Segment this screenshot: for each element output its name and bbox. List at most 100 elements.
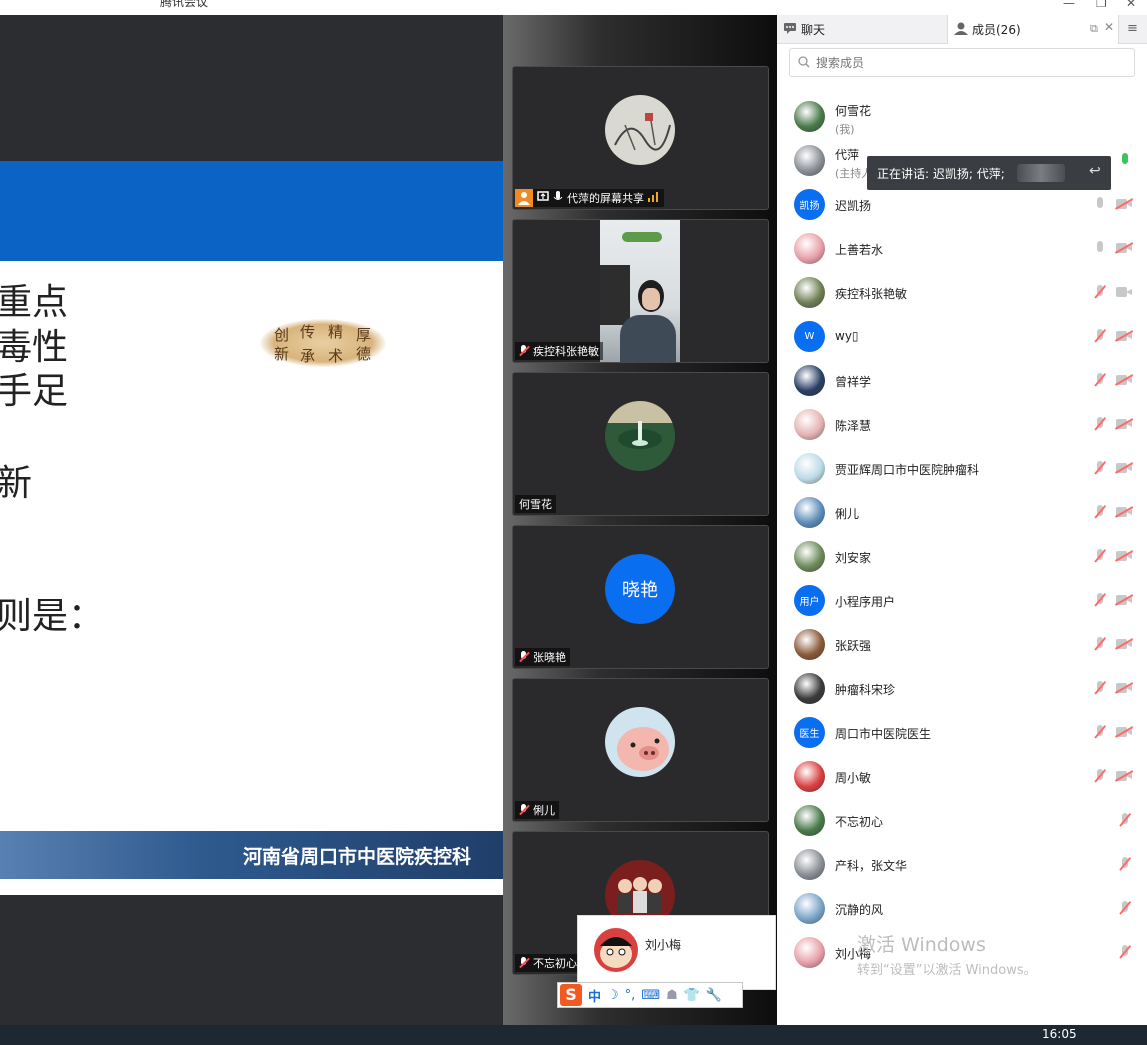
- search-input[interactable]: [816, 55, 1116, 70]
- camera-off-icon[interactable]: [1116, 287, 1132, 298]
- camera-off-icon[interactable]: [1114, 330, 1134, 342]
- camera-off-icon[interactable]: [1114, 242, 1134, 254]
- camera-off-icon[interactable]: [1114, 594, 1134, 606]
- mic-muted-icon[interactable]: [1094, 505, 1106, 521]
- member-row[interactable]: 用户 小程序用户: [777, 579, 1147, 623]
- avatar: [794, 277, 825, 308]
- name-tag: 俐儿: [515, 801, 559, 819]
- tab-members[interactable]: 成员(26) ⧉ ✕: [947, 15, 1119, 44]
- avatar: 医生: [794, 717, 825, 748]
- member-row[interactable]: 周小敏: [777, 755, 1147, 799]
- mic-muted-icon[interactable]: [1119, 813, 1131, 829]
- camera-off-icon[interactable]: [1114, 506, 1134, 518]
- mic-muted-icon[interactable]: [1119, 945, 1131, 961]
- moon-icon: ☽: [607, 987, 619, 1003]
- minimize-icon[interactable]: —: [1063, 0, 1075, 10]
- popout-icon[interactable]: ⧉: [1090, 22, 1098, 36]
- member-name: 疾控科张艳敏: [835, 287, 908, 301]
- member-name: 何雪花: [835, 104, 872, 118]
- member-popup[interactable]: 刘小梅: [577, 915, 776, 990]
- tab-chat[interactable]: 聊天: [777, 15, 947, 44]
- member-row[interactable]: 不忘初心: [777, 799, 1147, 843]
- member-role: (我): [835, 123, 855, 136]
- member-name: 周口市中医院医生: [835, 727, 932, 741]
- member-row[interactable]: 俐儿: [777, 491, 1147, 535]
- member-name: wy▯: [835, 329, 859, 343]
- camera-off-icon[interactable]: [1114, 550, 1134, 562]
- camera-off-icon[interactable]: [1114, 682, 1134, 694]
- member-name: 不忘初心: [835, 815, 884, 829]
- mic-muted-icon[interactable]: [1094, 593, 1106, 609]
- avatar: [794, 233, 825, 264]
- member-name: 贾亚辉周口市中医院肿瘤科: [835, 463, 980, 477]
- mic-active-icon[interactable]: [1119, 153, 1131, 169]
- close-panel-icon[interactable]: ✕: [1104, 20, 1114, 34]
- mic-muted-icon[interactable]: [1119, 901, 1131, 917]
- member-row[interactable]: 张跃强: [777, 623, 1147, 667]
- camera-off-icon[interactable]: [1114, 462, 1134, 474]
- menu-icon[interactable]: ≡: [1127, 21, 1138, 36]
- camera-off-icon[interactable]: [1114, 198, 1134, 210]
- slide-line: 重点: [0, 282, 69, 323]
- member-row[interactable]: 肿瘤科宋珍: [777, 667, 1147, 711]
- slide: 重点 毒性 手足 新 则是： 创 传 精 厚 新 承 术 德 河南省周口市中医院…: [0, 161, 503, 895]
- search-box[interactable]: [789, 48, 1135, 77]
- restore-icon[interactable]: ❐: [1096, 0, 1107, 10]
- avatar: [794, 761, 825, 792]
- camera-off-icon[interactable]: [1114, 726, 1134, 738]
- mic-muted-icon[interactable]: [1094, 725, 1106, 741]
- mic-muted-icon[interactable]: [1094, 549, 1106, 565]
- mic-muted-icon[interactable]: [1094, 285, 1106, 301]
- member-row[interactable]: 曾祥学: [777, 359, 1147, 403]
- mic-muted-icon[interactable]: [1094, 197, 1106, 213]
- mic-muted-icon[interactable]: [1094, 373, 1106, 389]
- video-tile[interactable]: 俐儿: [512, 678, 769, 822]
- mic-muted-icon: [519, 804, 529, 816]
- video-tile[interactable]: 何雪花: [512, 372, 769, 516]
- camera-off-icon[interactable]: [1114, 418, 1134, 430]
- mic-muted-icon[interactable]: [1119, 857, 1131, 873]
- ime-toolbar[interactable]: S 中 ☽ °, ⌨ ☗ 👕 🔧: [557, 982, 743, 1008]
- reply-icon[interactable]: ↩: [1089, 163, 1101, 179]
- name-tag: 代萍的屏幕共享: [515, 189, 664, 207]
- mic-muted-icon[interactable]: [1094, 769, 1106, 785]
- avatar: [794, 365, 825, 396]
- popup-name: 刘小梅: [645, 938, 682, 952]
- camera-off-icon[interactable]: [1114, 374, 1134, 386]
- avatar: [794, 453, 825, 484]
- member-name: 陈泽慧: [835, 419, 872, 433]
- member-name: 俐儿: [835, 507, 860, 521]
- mic-muted-icon[interactable]: [1094, 637, 1106, 653]
- member-row[interactable]: 沉静的风: [777, 887, 1147, 931]
- mic-muted-icon: [519, 957, 529, 969]
- camera-off-icon[interactable]: [1114, 770, 1134, 782]
- mic-muted-icon[interactable]: [1094, 241, 1106, 257]
- mic-muted-icon[interactable]: [1094, 417, 1106, 433]
- member-row[interactable]: 刘安家: [777, 535, 1147, 579]
- video-tile[interactable]: 代萍的屏幕共享: [512, 66, 769, 210]
- video-tile[interactable]: 疾控科张艳敏: [512, 219, 769, 363]
- mic-muted-icon[interactable]: [1094, 461, 1106, 477]
- member-name: 产科，张文华: [835, 859, 908, 873]
- member-name: 代萍: [835, 148, 860, 162]
- member-row[interactable]: 何雪花 (我): [777, 95, 1147, 139]
- avatar: [794, 673, 825, 704]
- member-row[interactable]: 疾控科张艳敏: [777, 271, 1147, 315]
- member-row[interactable]: 医生 周口市中医院医生: [777, 711, 1147, 755]
- avatar: [605, 401, 675, 471]
- video-tile[interactable]: 晓艳 张晓艳: [512, 525, 769, 669]
- member-row[interactable]: 产科，张文华: [777, 843, 1147, 887]
- mic-muted-icon[interactable]: [1094, 681, 1106, 697]
- camera-off-icon[interactable]: [1114, 638, 1134, 650]
- avatar: [794, 541, 825, 572]
- activation-watermark: 激活 Windows 转到“设置”以激活 Windows。: [857, 934, 1037, 978]
- mic-muted-icon: [519, 345, 529, 357]
- member-row[interactable]: Wwy▯: [777, 315, 1147, 359]
- member-row[interactable]: 上善若水: [777, 227, 1147, 271]
- signal-icon: [648, 191, 660, 205]
- mic-muted-icon[interactable]: [1094, 329, 1106, 345]
- member-row[interactable]: 贾亚辉周口市中医院肿瘤科: [777, 447, 1147, 491]
- close-window-icon[interactable]: ✕: [1126, 0, 1136, 10]
- video-gallery: 代萍的屏幕共享 疾控科张艳敏 何雪花 晓艳 张晓艳 俐儿 不忘初心: [503, 15, 777, 1025]
- member-row[interactable]: 陈泽慧: [777, 403, 1147, 447]
